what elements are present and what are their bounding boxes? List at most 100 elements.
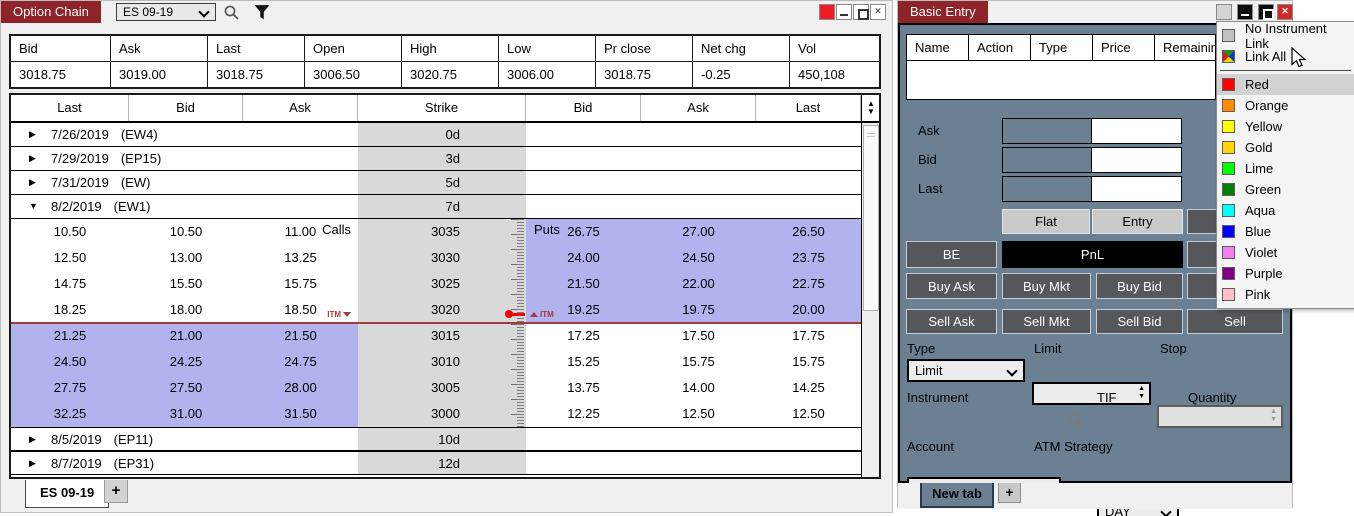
put-ask-cell[interactable]: 15.75 [641, 349, 756, 375]
call-ask-cell[interactable]: 28.00 [243, 375, 358, 401]
scroll-down-icon[interactable]: ▼ [867, 108, 875, 116]
put-bid-cell[interactable]: 24.00 [526, 245, 641, 271]
buy-bid-button[interactable]: Buy Bid [1096, 273, 1183, 299]
scrollbar-track[interactable] [862, 123, 880, 477]
put-ask-cell[interactable]: 22.00 [641, 271, 756, 297]
last-size-cell[interactable] [1002, 176, 1092, 202]
flat-button[interactable]: Flat [1002, 209, 1090, 234]
call-ask-cell[interactable]: 21.50 [243, 323, 358, 349]
bid-price-cell[interactable] [1092, 147, 1182, 173]
put-last-cell[interactable]: 22.75 [756, 271, 861, 297]
scrollbar-thumb[interactable] [863, 125, 879, 311]
chain-header-cell[interactable]: Bid [526, 95, 641, 121]
call-bid-cell[interactable]: 21.00 [129, 323, 243, 349]
chain-scrollbar[interactable]: ▲▼ [861, 95, 880, 477]
option-row[interactable]: 32.2531.0031.50300012.2512.5012.50 [11, 401, 861, 427]
add-tab-button[interactable]: + [104, 480, 128, 503]
option-row[interactable]: 27.7527.5028.00300513.7514.0014.25 [11, 375, 861, 401]
call-last-cell[interactable]: 21.25 [11, 323, 129, 349]
expiry-row[interactable]: ▼8/2/2019(EW1)CallsPuts7d [11, 195, 861, 219]
menu-item-green[interactable]: Green [1217, 179, 1354, 200]
expiry-row[interactable]: ▶8/7/2019(EP31)12d [11, 451, 861, 475]
tab-new-tab[interactable]: New tab [920, 483, 994, 508]
call-bid-cell[interactable]: 15.50 [129, 271, 243, 297]
expiry-row[interactable]: ▶7/31/2019(EW)5d [11, 171, 861, 195]
last-price-row[interactable] [1002, 176, 1182, 202]
call-last-cell[interactable]: 14.75 [11, 271, 129, 297]
tab-es-09-19[interactable]: ES 09-19 [25, 480, 109, 508]
strike-cell[interactable]: 3010 [358, 349, 526, 375]
sell-mkt-button[interactable]: Sell Mkt [1002, 309, 1091, 334]
buy-mkt-button[interactable]: Buy Mkt [1002, 273, 1091, 299]
call-last-cell[interactable]: 32.25 [11, 401, 129, 427]
option-row[interactable]: 24.5024.2524.75301015.2515.7515.75 [11, 349, 861, 375]
expand-arrow-icon[interactable]: ▶ [29, 171, 36, 194]
titlebar-instrument-select[interactable]: ES 09-19 [116, 3, 216, 21]
minimize-button[interactable] [836, 4, 852, 20]
ask-price-row[interactable] [1002, 118, 1182, 144]
call-last-cell[interactable]: 12.50 [11, 245, 129, 271]
put-bid-cell[interactable]: 17.25 [526, 323, 641, 349]
order-type-select[interactable]: Limit [907, 359, 1025, 382]
strike-cell[interactable]: 3005 [358, 375, 526, 401]
put-bid-cell[interactable]: 12.25 [526, 401, 641, 427]
chain-header-cell[interactable]: Bid [129, 95, 243, 121]
put-last-cell[interactable]: 17.75 [756, 323, 861, 349]
expand-arrow-icon[interactable]: ▶ [29, 147, 36, 170]
entry-button[interactable]: Entry [1092, 209, 1183, 234]
chain-header-cell[interactable]: Last [11, 95, 129, 121]
maximize-button[interactable] [1258, 4, 1274, 20]
minimize-button[interactable] [1237, 4, 1253, 20]
menu-item-no-instrument-link[interactable]: No Instrument Link [1217, 25, 1354, 46]
put-last-cell[interactable]: 23.75 [756, 245, 861, 271]
scroll-arrows[interactable]: ▲▼ [862, 95, 880, 123]
instrument-link-button[interactable] [819, 4, 835, 20]
sell-button[interactable]: Sell [1187, 309, 1283, 334]
buy-ask-button[interactable]: Buy Ask [906, 273, 997, 299]
strike-cell[interactable]: 3025 [358, 271, 526, 297]
call-last-cell[interactable]: 18.25 [11, 297, 129, 323]
bid-size-cell[interactable] [1002, 147, 1092, 173]
put-last-cell[interactable]: 26.50 [756, 219, 861, 245]
chain-header-cell[interactable]: Strike [358, 95, 526, 121]
put-last-cell[interactable]: 20.00 [756, 297, 861, 323]
put-bid-cell[interactable]: 15.25 [526, 349, 641, 375]
put-bid-cell[interactable]: 13.75 [526, 375, 641, 401]
put-last-cell[interactable]: 12.50 [756, 401, 861, 427]
expiry-row[interactable]: ▶7/29/2019(EP15)3d [11, 147, 861, 171]
call-bid-cell[interactable]: 31.00 [129, 401, 243, 427]
strike-cell[interactable]: 3015 [358, 323, 526, 349]
put-ask-cell[interactable]: 17.50 [641, 323, 756, 349]
option-row[interactable]: 12.5013.0013.25303024.0024.5023.75 [11, 245, 861, 271]
menu-item-orange[interactable]: Orange [1217, 95, 1354, 116]
menu-item-purple[interactable]: Purple [1217, 263, 1354, 284]
strike-cell[interactable]: 3000 [358, 401, 526, 427]
last-price-cell[interactable] [1092, 176, 1182, 202]
menu-item-violet[interactable]: Violet [1217, 242, 1354, 263]
strike-cell[interactable]: 3030 [358, 245, 526, 271]
ask-size-cell[interactable] [1002, 118, 1092, 144]
option-row[interactable]: 14.7515.5015.75302521.5022.0022.75 [11, 271, 861, 297]
close-button[interactable]: ✕ [870, 4, 886, 20]
sell-ask-button[interactable]: Sell Ask [906, 309, 997, 334]
call-last-cell[interactable]: 24.50 [11, 349, 129, 375]
call-last-cell[interactable]: 10.50 [11, 219, 129, 245]
breakeven-button[interactable]: BE [906, 241, 997, 268]
put-bid-cell[interactable]: 21.50 [526, 271, 641, 297]
expiry-row[interactable]: ▶8/5/2019(EP11)10d [11, 427, 861, 451]
option-row[interactable]: 10.5010.5011.00303526.7527.0026.50 [11, 219, 861, 245]
call-ask-cell[interactable]: 13.25 [243, 245, 358, 271]
call-ask-cell[interactable]: 24.75 [243, 349, 358, 375]
instrument-link-button[interactable] [1216, 4, 1232, 20]
menu-item-pink[interactable]: Pink [1217, 284, 1354, 305]
limit-price-input[interactable]: ▲▼ [1032, 382, 1151, 405]
option-row[interactable]: 18.2518.0018.50302019.2519.7520.00 [11, 297, 861, 323]
put-ask-cell[interactable]: 27.00 [641, 219, 756, 245]
expand-arrow-icon[interactable]: ▼ [29, 195, 38, 218]
menu-item-lime[interactable]: Lime [1217, 158, 1354, 179]
close-button[interactable]: ✕ [1277, 4, 1293, 20]
maximize-button[interactable] [853, 4, 869, 20]
menu-item-blue[interactable]: Blue [1217, 221, 1354, 242]
strike-cell[interactable]: 3035 [358, 219, 526, 245]
call-bid-cell[interactable]: 27.50 [129, 375, 243, 401]
